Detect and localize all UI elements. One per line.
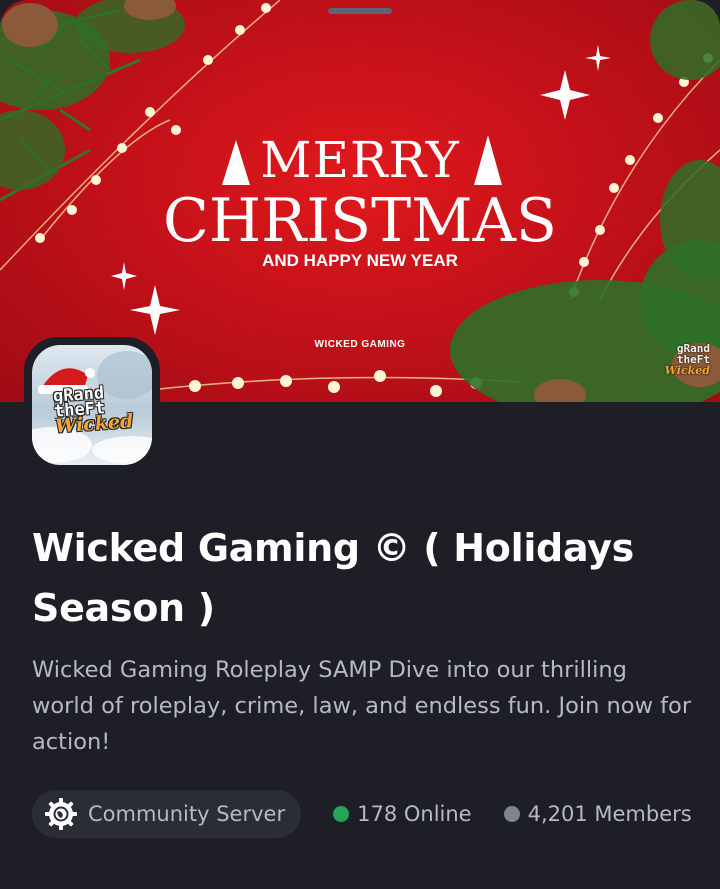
server-icon-line3: Wicked <box>54 410 135 438</box>
member-count: 4,201 Members <box>503 802 692 826</box>
server-description: Wicked Gaming Roleplay SAMP Dive into ou… <box>32 657 692 755</box>
online-count-label: 178 Online <box>357 802 472 826</box>
drag-handle[interactable] <box>328 8 392 14</box>
gear-globe-icon <box>44 797 78 831</box>
banner-corner-logo: gRand theFt Wicked <box>646 343 710 376</box>
members-status-dot <box>503 806 520 822</box>
corner-logo-line3: Wicked <box>664 364 710 377</box>
online-count: 178 Online <box>333 802 472 826</box>
server-icon-logo-text: gRand theFt Wicked <box>52 383 135 438</box>
banner-headline-christmas: CHRISTMAS <box>162 186 558 256</box>
server-profile-sheet: MERRY CHRISTMAS AND HAPPY NEW YEAR WICKE… <box>0 0 720 889</box>
banner-headline-merry: MERRY <box>260 131 460 189</box>
server-name: Wicked Gaming © ( Holidays Season ) <box>32 526 634 630</box>
server-stats-row: Community Server 178 Online 4,201 Member… <box>32 790 692 838</box>
member-count-label: 4,201 Members <box>527 802 692 826</box>
server-icon[interactable]: gRand theFt Wicked <box>32 345 152 465</box>
banner-subline: AND HAPPY NEW YEAR <box>262 251 458 270</box>
server-icon-frame: gRand theFt Wicked <box>24 337 160 473</box>
community-server-chip[interactable]: Community Server <box>32 790 302 838</box>
online-status-dot <box>333 806 350 822</box>
community-server-label: Community Server <box>88 802 286 826</box>
